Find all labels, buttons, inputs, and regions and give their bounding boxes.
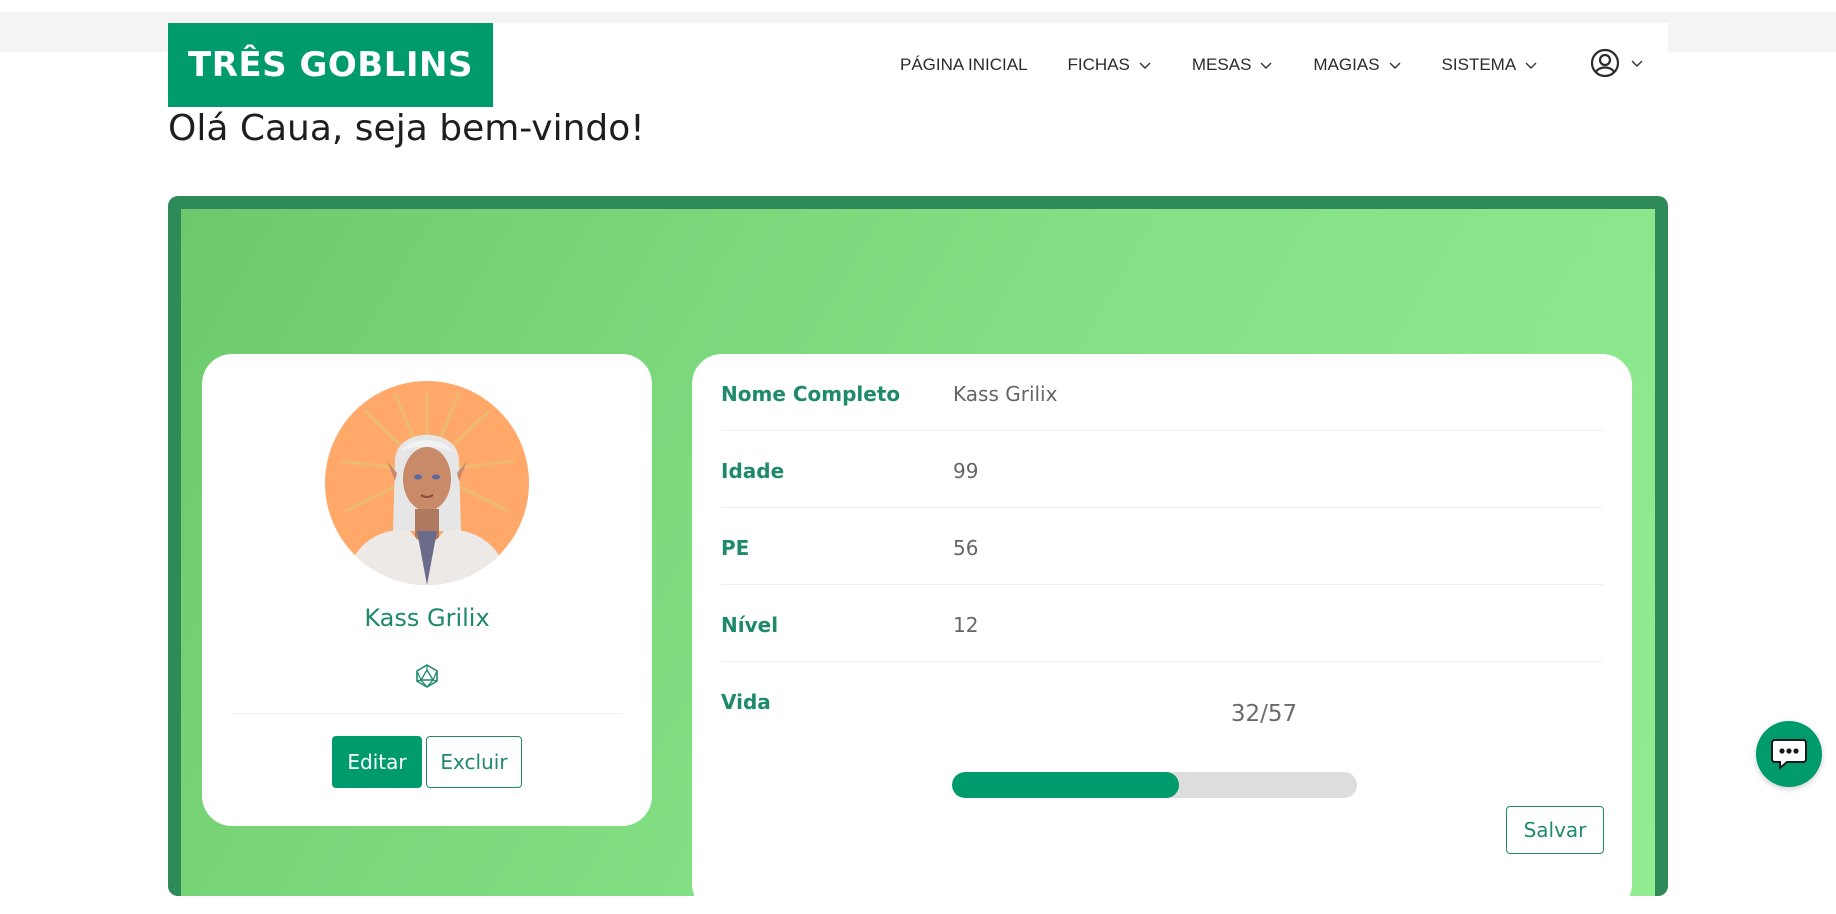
d20-icon[interactable] — [415, 664, 439, 688]
chevron-down-icon — [1525, 62, 1537, 69]
nav-item-label: MAGIAS — [1313, 55, 1380, 74]
delete-button[interactable]: Excluir — [426, 736, 522, 788]
character-details-card: Nome Completo Kass Grilix Idade 99 PE 56… — [692, 354, 1632, 914]
greeting-heading: Olá Caua, seja bem-vindo! — [168, 108, 645, 149]
chevron-down-icon — [1389, 62, 1401, 69]
detail-value: Kass Grilix — [953, 382, 1058, 406]
detail-row-level: Nível 12 — [721, 585, 1603, 662]
chat-button[interactable] — [1756, 721, 1822, 787]
detail-label: Nome Completo — [721, 382, 901, 406]
edit-button[interactable]: Editar — [332, 736, 422, 788]
character-avatar — [325, 381, 529, 585]
character-name: Kass Grilix — [364, 604, 490, 632]
detail-value: 99 — [953, 459, 979, 483]
hp-value: 32/57 — [1230, 701, 1298, 727]
nav-item-label: PÁGINA INICIAL — [900, 55, 1028, 74]
chevron-down-icon — [1631, 60, 1643, 67]
save-button[interactable]: Salvar — [1506, 806, 1604, 854]
nav-item-label: FICHAS — [1067, 55, 1130, 74]
hp-slider[interactable] — [952, 772, 1357, 798]
detail-row-pe: PE 56 — [721, 508, 1603, 585]
card-divider — [232, 713, 622, 714]
hp-slider-fill — [952, 772, 1180, 798]
user-menu[interactable] — [1590, 48, 1644, 78]
chat-bubble-icon — [1771, 739, 1807, 771]
nav-item-label: SISTEMA — [1441, 55, 1517, 74]
detail-label: Idade — [721, 459, 785, 483]
nav-item-sistema[interactable]: SISTEMA — [1442, 55, 1539, 75]
nav-item-fichas[interactable]: FICHAS — [1068, 55, 1152, 75]
detail-row-full-name: Nome Completo Kass Grilix — [721, 354, 1603, 431]
detail-label: PE — [721, 536, 750, 560]
nav-item-magias[interactable]: MAGIAS — [1313, 55, 1401, 75]
detail-row-age: Idade 99 — [721, 431, 1603, 508]
detail-label: Nível — [721, 613, 779, 637]
nav-item-mesas[interactable]: MESAS — [1192, 55, 1274, 75]
brand-logo[interactable]: TRÊS GOBLINS — [168, 23, 493, 107]
chevron-down-icon — [1260, 62, 1272, 69]
nav-item-home[interactable]: PÁGINA INICIAL — [900, 55, 1028, 75]
user-circle-icon — [1590, 48, 1620, 78]
nav-item-label: MESAS — [1191, 55, 1252, 74]
detail-value: 12 — [953, 613, 979, 637]
detail-label: Vida — [721, 690, 771, 714]
detail-value: 56 — [953, 536, 979, 560]
main-nav: PÁGINA INICIAL FICHAS MESAS MAGIAS SISTE… — [900, 50, 1578, 80]
chevron-down-icon — [1139, 62, 1151, 69]
character-card: Kass Grilix Editar Excluir — [202, 354, 652, 826]
